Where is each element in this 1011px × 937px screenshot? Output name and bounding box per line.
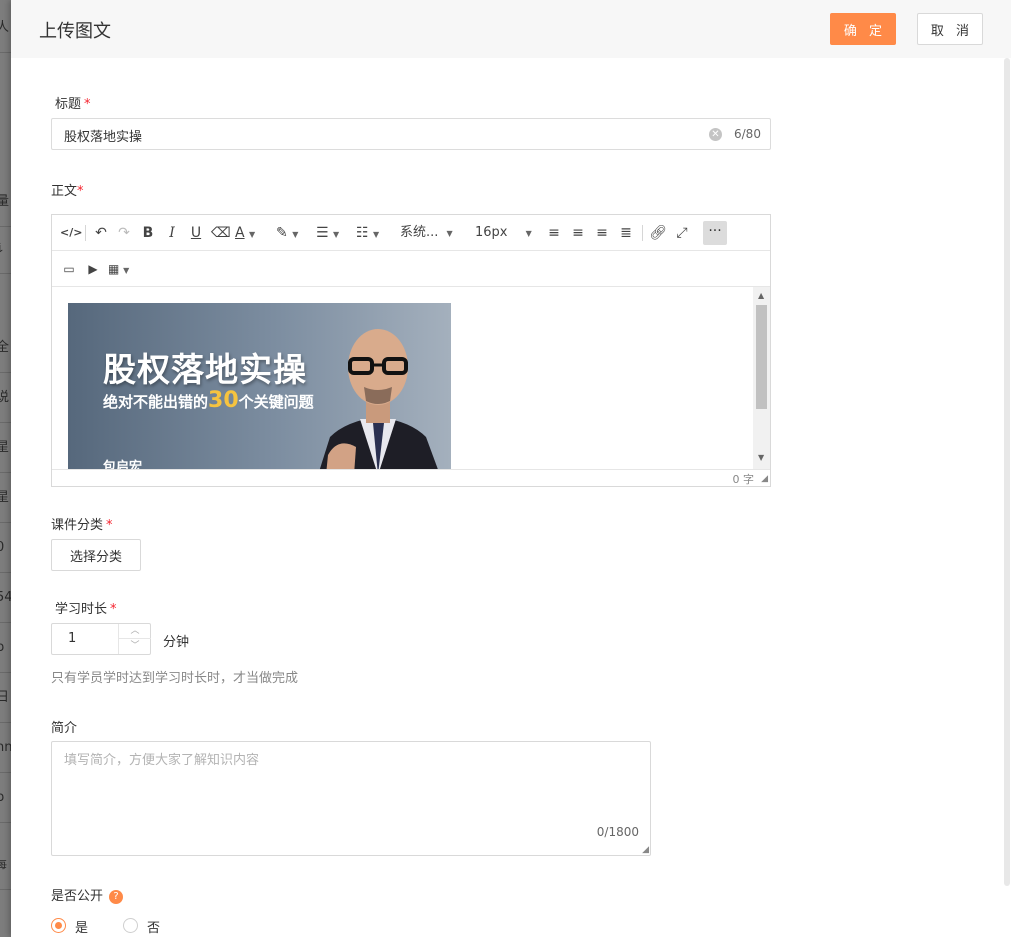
title-char-count: 6/80 [734, 127, 761, 141]
required-mark: * [84, 97, 91, 112]
editor-toolbar-secondary: ▭ ▶ ▦ ▼ [52, 251, 770, 287]
undo-icon[interactable]: ↶ [92, 223, 110, 243]
align-justify-icon[interactable]: ≣ [617, 223, 635, 243]
rich-text-editor: </> ↶ ↷ B I U ⌫ A ▼ ✎ ▼ ☰ ▼ ☷ ▼ 系统... ▼ … [51, 214, 771, 487]
align-right-icon[interactable]: ≡ [593, 223, 611, 243]
duration-stepper[interactable]: 1 ︿ ﹀ [51, 623, 151, 655]
drawer-scrollbar-thumb[interactable] [1004, 58, 1010, 886]
banner-author: 包启宏 [103, 460, 143, 469]
title-input-value: 股权落地实操 [64, 130, 143, 145]
word-count: 0 字 [732, 473, 755, 486]
chevron-down-icon[interactable]: ﹀ [119, 639, 151, 654]
banner-subtitle: 绝对不能出错的30个关键问题 [103, 388, 314, 413]
image-icon[interactable]: ▭ [60, 259, 78, 279]
radio-unchecked-icon [123, 918, 138, 933]
ordered-list-icon[interactable]: ☰ ▼ [316, 223, 350, 243]
duration-value: 1 [68, 631, 77, 646]
fullscreen-icon[interactable]: ⤢ [673, 223, 691, 243]
chevron-up-icon[interactable]: ︿ [119, 624, 151, 639]
editor-scrollbar[interactable]: ▲ ▼ [753, 287, 770, 469]
eraser-icon[interactable]: ⌫ [211, 223, 231, 243]
align-center-icon[interactable]: ≡ [569, 223, 587, 243]
video-icon[interactable]: ▶ [84, 259, 102, 279]
cancel-button[interactable]: 取 消 [917, 13, 983, 45]
editor-statusbar: 0 字 ◢ [52, 469, 770, 486]
upload-drawer: 上传图文 确 定 取 消 标题 * 股权落地实操 ✕ 6/80 正文* </> ↶… [11, 0, 1011, 937]
stepper-arrows: ︿ ﹀ [118, 624, 151, 654]
title-input[interactable]: 股权落地实操 ✕ 6/80 [51, 118, 771, 150]
drawer-scrollbar[interactable] [1004, 58, 1011, 886]
align-left-icon[interactable]: ≡ [545, 223, 563, 243]
course-banner-image: 股权落地实操 绝对不能出错的30个关键问题 包启宏 [68, 303, 451, 469]
resize-handle-icon[interactable]: ◢ [761, 474, 768, 484]
body-label: 正文* [51, 184, 84, 199]
public-label: 是否公开? [51, 885, 124, 904]
underline-icon[interactable]: U [187, 223, 205, 243]
duration-hint: 只有学员学时达到学习时长时，才当做完成 [51, 671, 299, 686]
more-icon[interactable]: ··· [703, 221, 727, 245]
intro-placeholder: 填写简介，方便大家了解知识内容 [64, 753, 260, 768]
drawer-title: 上传图文 [39, 21, 111, 42]
confirm-button[interactable]: 确 定 [830, 13, 896, 45]
editor-content[interactable]: 股权落地实操 绝对不能出错的30个关键问题 包启宏 [52, 287, 770, 469]
intro-textarea[interactable]: 填写简介，方便大家了解知识内容 0/1800 ◢ [51, 741, 651, 856]
required-mark: * [110, 602, 117, 617]
scroll-up-icon[interactable]: ▲ [758, 291, 764, 300]
table-icon[interactable]: ▦ ▼ [108, 259, 138, 279]
intro-char-count: 0/1800 [596, 825, 639, 839]
editor-scrollbar-thumb[interactable] [756, 305, 767, 409]
clear-icon[interactable]: ✕ [709, 128, 722, 141]
speaker-photo [319, 329, 438, 469]
link-icon[interactable]: 🔗︎ [649, 223, 667, 243]
font-family-select[interactable]: 系统... ▼ [400, 223, 462, 243]
duration-unit: 分钟 [163, 635, 190, 650]
bullet-list-icon[interactable]: ☷ ▼ [356, 223, 390, 243]
required-mark: * [106, 518, 113, 533]
required-mark: * [77, 184, 84, 199]
public-yes-label: 是 [75, 921, 89, 936]
source-code-icon[interactable]: </> [60, 223, 82, 243]
title-label: 标题 * [55, 97, 91, 112]
bold-icon[interactable]: B [139, 223, 157, 243]
public-no-label: 否 [147, 921, 161, 936]
category-label: 课件分类 * [51, 518, 113, 533]
scroll-down-icon[interactable]: ▼ [758, 453, 764, 462]
select-category-button[interactable]: 选择分类 [51, 539, 141, 571]
italic-icon[interactable]: I [163, 223, 181, 243]
intro-label: 简介 [51, 721, 78, 736]
help-icon[interactable]: ? [109, 890, 124, 904]
radio-checked-icon [51, 918, 66, 933]
resize-handle-icon[interactable]: ◢ [642, 845, 649, 855]
duration-label: 学习时长 * [55, 602, 117, 617]
redo-icon[interactable]: ↷ [115, 223, 133, 243]
highlight-icon[interactable]: ✎ ▼ [276, 223, 308, 243]
drawer-header: 上传图文 确 定 取 消 [11, 0, 1011, 58]
font-size-select[interactable]: 16px ▼ [475, 223, 537, 243]
editor-toolbar: </> ↶ ↷ B I U ⌫ A ▼ ✎ ▼ ☰ ▼ ☷ ▼ 系统... ▼ … [52, 215, 770, 251]
banner-headline: 股权落地实操 [103, 350, 307, 389]
font-color-icon[interactable]: A ▼ [235, 223, 265, 243]
